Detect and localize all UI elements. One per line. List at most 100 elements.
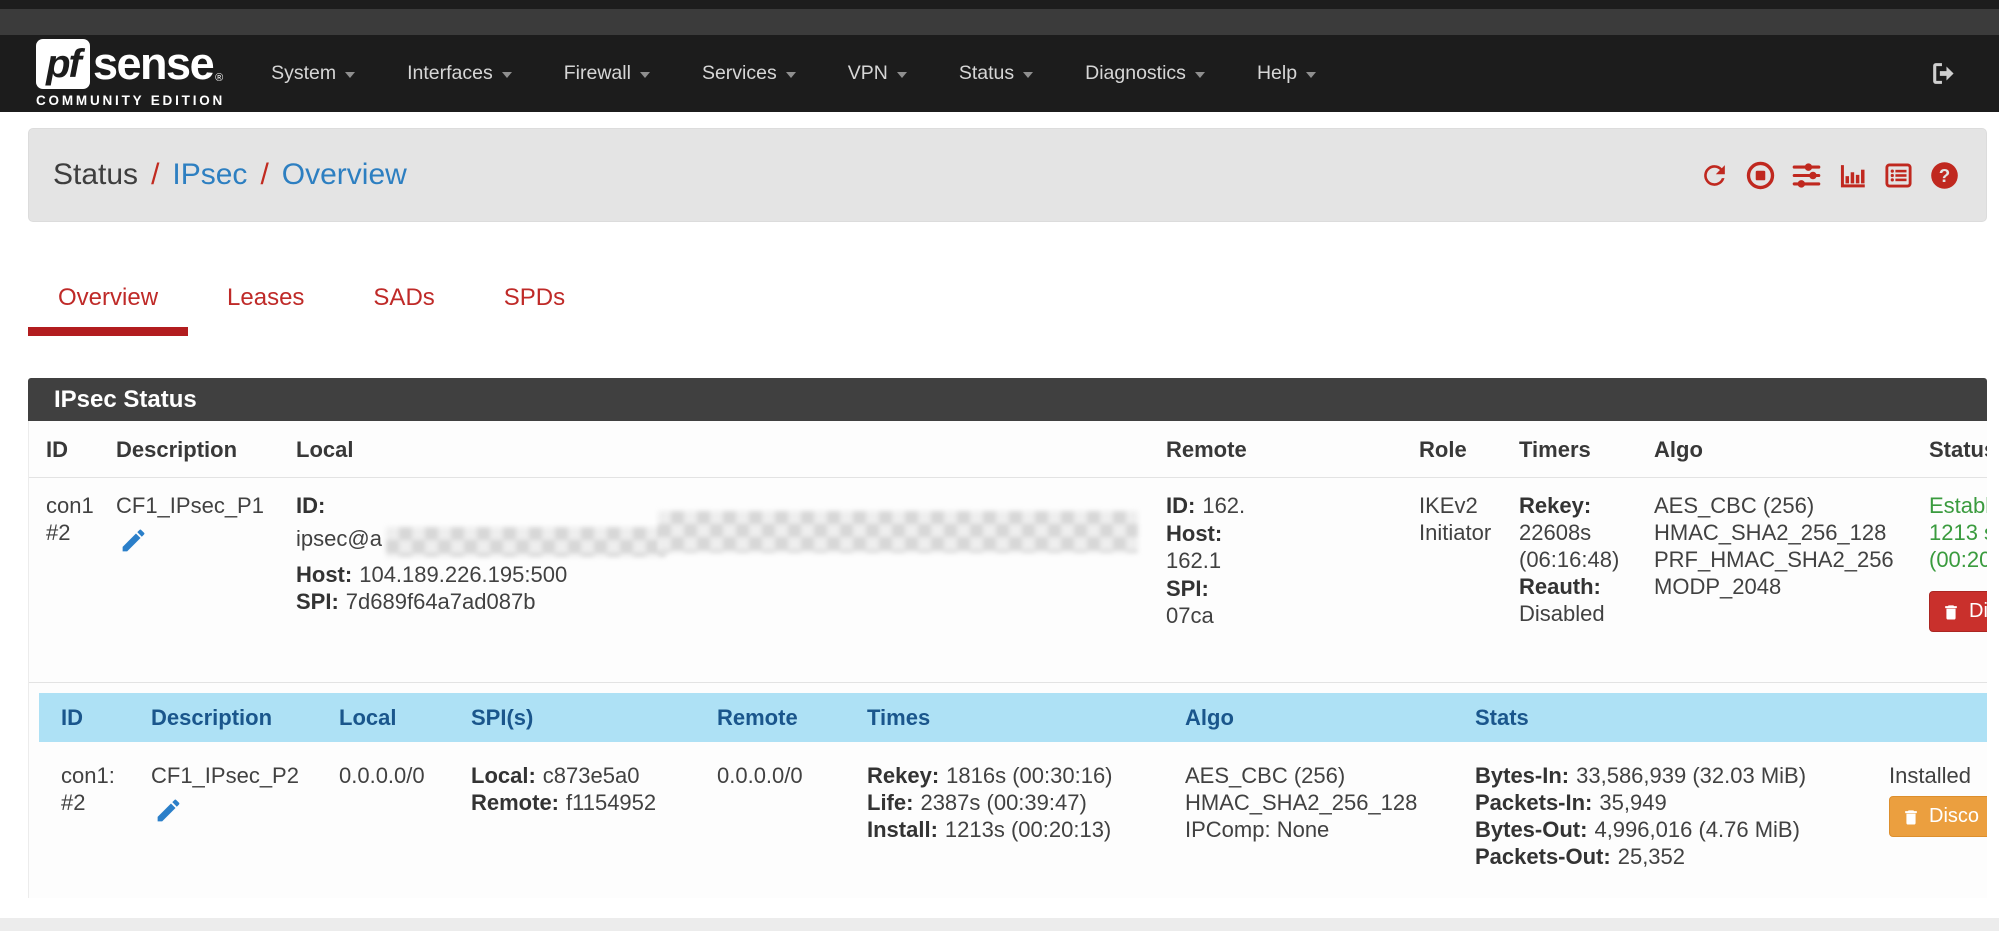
tab-leases[interactable]: Leases xyxy=(197,284,334,336)
ike-table-row: con1 #2 CF1_IPsec_P1 ID: ipsec@a Host:10… xyxy=(29,478,1987,683)
nav-label: System xyxy=(271,62,336,85)
cell-id: con1: #2 xyxy=(61,762,151,870)
packets-out-label: Packets-Out: xyxy=(1475,844,1611,869)
refresh-icon[interactable] xyxy=(1699,160,1730,191)
nav-item-firewall[interactable]: Firewall xyxy=(564,62,650,85)
page-bottom-strip xyxy=(0,918,1999,931)
breadcrumb-link-ipsec[interactable]: IPsec xyxy=(172,158,247,191)
nav-label: Diagnostics xyxy=(1085,62,1186,85)
bytes-in-value: 33,586,939 (32.03 MiB) xyxy=(1576,763,1806,788)
pfsense-logo[interactable]: pf sense ® COMMUNITY EDITION xyxy=(36,39,225,108)
col-header-spis: SPI(s) xyxy=(471,704,717,731)
edit-pencil-icon[interactable] xyxy=(119,526,148,555)
tab-spds[interactable]: SPDs xyxy=(474,284,595,336)
registered-mark: ® xyxy=(215,72,223,84)
tab-sads[interactable]: SADs xyxy=(343,284,464,336)
local-spi-value: 7d689f64a7ad087b xyxy=(346,589,536,614)
redacted-block xyxy=(1218,605,1373,631)
nav-menu: System Interfaces Firewall Services VPN … xyxy=(271,62,1316,85)
cell-algo: AES_CBC (256) HMAC_SHA2_256_128 PRF_HMAC… xyxy=(1654,492,1929,662)
cell-description: CF1_IPsec_P1 xyxy=(116,492,296,662)
rekey-label: Rekey: xyxy=(867,763,939,788)
col-header-description: Description xyxy=(151,704,339,731)
nav-item-help[interactable]: Help xyxy=(1257,62,1316,85)
ipsec-status-panel: IPsec Status ID Description Local Remote… xyxy=(28,378,1987,898)
local-id-label: ID: xyxy=(296,493,325,518)
role-version: IKEv2 xyxy=(1419,492,1505,519)
status-uptime-time: (00:20 xyxy=(1929,546,1987,573)
algo-encryption: AES_CBC (256) xyxy=(1185,762,1461,789)
role-value: Initiator xyxy=(1419,519,1505,546)
algo-dh-group: MODP_2048 xyxy=(1654,573,1915,600)
col-header-timers: Timers xyxy=(1519,436,1654,463)
edit-pencil-icon[interactable] xyxy=(154,796,183,825)
algo-prf: PRF_HMAC_SHA2_256 xyxy=(1654,546,1915,573)
chevron-down-icon xyxy=(640,72,650,78)
tab-bar: Overview Leases SADs SPDs xyxy=(28,284,1987,336)
sliders-icon[interactable] xyxy=(1791,160,1822,191)
bytes-in-label: Bytes-In: xyxy=(1475,763,1569,788)
nav-item-status[interactable]: Status xyxy=(959,62,1033,85)
nav-item-diagnostics[interactable]: Diagnostics xyxy=(1085,62,1205,85)
connection-instance: #2 xyxy=(46,519,102,546)
log-icon[interactable] xyxy=(1883,160,1914,191)
navbar: pf sense ® COMMUNITY EDITION System Inte… xyxy=(0,35,1999,112)
trash-icon xyxy=(1941,602,1961,622)
remote-id-value: 162. xyxy=(1202,493,1245,518)
stop-icon[interactable] xyxy=(1745,160,1776,191)
remote-spi-label: SPI: xyxy=(1166,576,1209,601)
cell-timers: Rekey: 22608s (06:16:48) Reauth: Disable… xyxy=(1519,492,1654,662)
packets-in-value: 35,949 xyxy=(1599,790,1666,815)
redacted-block xyxy=(386,527,666,557)
packets-in-label: Packets-In: xyxy=(1475,790,1592,815)
packets-out-value: 25,352 xyxy=(1618,844,1685,869)
bytes-out-value: 4,996,016 (4.76 MiB) xyxy=(1594,817,1799,842)
col-header-id: ID xyxy=(61,704,151,731)
spi-remote-value: f1154952 xyxy=(566,790,656,815)
connection-id: con1: xyxy=(61,762,137,789)
col-header-status: Status xyxy=(1929,436,1987,463)
breadcrumb-link-overview[interactable]: Overview xyxy=(282,158,407,191)
sign-out-icon[interactable] xyxy=(1928,58,1959,89)
col-header-algo: Algo xyxy=(1185,704,1475,731)
col-header-description: Description xyxy=(116,436,296,463)
nav-label: Services xyxy=(702,62,777,85)
nav-label: Help xyxy=(1257,62,1297,85)
nav-item-vpn[interactable]: VPN xyxy=(848,62,907,85)
status-installed: Installed xyxy=(1889,762,1987,789)
redacted-block xyxy=(1225,549,1380,575)
breadcrumb: Status/IPsec/Overview xyxy=(53,158,407,192)
logo-edition-text: COMMUNITY EDITION xyxy=(36,93,225,108)
tab-overview[interactable]: Overview xyxy=(28,284,188,336)
remote-spi-value: 07ca xyxy=(1166,603,1214,628)
col-header-local: Local xyxy=(296,436,1166,463)
chevron-down-icon xyxy=(786,72,796,78)
cell-stats: Bytes-In: 33,586,939 (32.03 MiB) Packets-… xyxy=(1475,762,1889,870)
redacted-block xyxy=(658,511,1138,553)
install-label: Install: xyxy=(867,817,938,842)
help-icon[interactable]: ? xyxy=(1929,160,1960,191)
local-id-value: ipsec@a xyxy=(296,526,382,551)
nav-item-services[interactable]: Services xyxy=(702,62,796,85)
child-table-row: con1: #2 CF1_IPsec_P2 0.0.0.0/0 Local:c8… xyxy=(39,742,1987,870)
spi-remote-label: Remote: xyxy=(471,790,559,815)
reauth-label: Reauth: xyxy=(1519,573,1633,600)
col-header-role: Role xyxy=(1419,436,1519,463)
life-value: 2387s (00:39:47) xyxy=(920,790,1086,815)
nav-item-system[interactable]: System xyxy=(271,62,355,85)
nav-item-interfaces[interactable]: Interfaces xyxy=(407,62,512,85)
logo-pf-box: pf xyxy=(36,39,90,89)
remote-host-value: 162.1 xyxy=(1166,548,1221,573)
nav-label: Firewall xyxy=(564,62,631,85)
nav-label: Status xyxy=(959,62,1014,85)
reauth-value: Disabled xyxy=(1519,600,1640,627)
col-header-blank xyxy=(1889,704,1987,731)
disconnect-button[interactable]: Dis xyxy=(1929,591,1987,632)
disconnect-button[interactable]: Disco xyxy=(1889,796,1987,837)
svg-text:?: ? xyxy=(1939,164,1950,185)
spi-local-value: c873e5a0 xyxy=(543,763,640,788)
cell-spis: Local:c873e5a0 Remote:f1154952 xyxy=(471,762,717,870)
child-table-header: ID Description Local SPI(s) Remote Times… xyxy=(39,693,1987,742)
rekey-label: Rekey: xyxy=(1519,492,1633,519)
bar-chart-icon[interactable] xyxy=(1837,160,1868,191)
